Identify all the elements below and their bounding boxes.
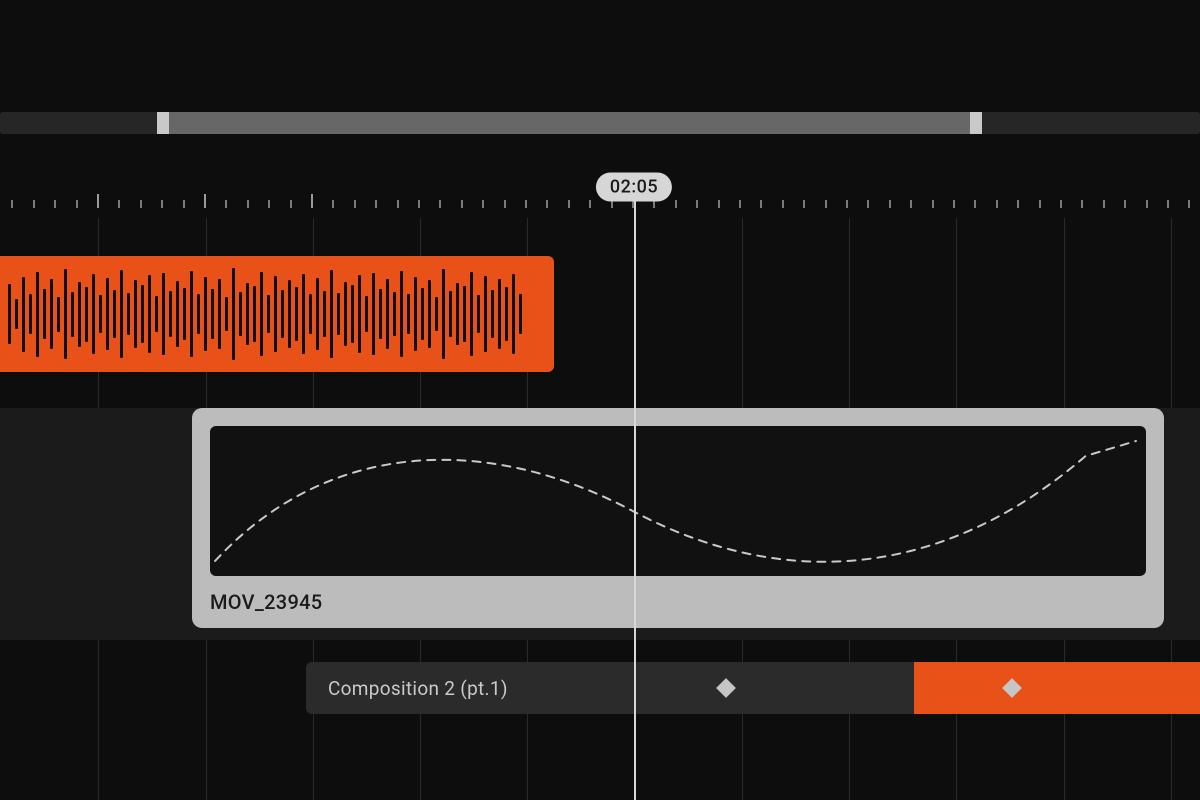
composition-clip-segment[interactable] (914, 662, 1200, 714)
video-clip[interactable]: MOV_23945 (192, 408, 1164, 628)
audio-clip[interactable] (0, 256, 554, 372)
playhead-time-label: 02:05 (610, 177, 658, 198)
overview-handle-right[interactable] (970, 112, 982, 134)
waveform-icon (0, 256, 554, 372)
playhead[interactable] (634, 190, 636, 800)
video-clip-label: MOV_23945 (210, 590, 1146, 614)
timeline-overview[interactable] (0, 112, 1200, 134)
sine-wave-icon (210, 426, 1146, 576)
overview-handle-left[interactable] (157, 112, 169, 134)
playhead-time-badge[interactable]: 02:05 (596, 173, 672, 202)
overview-visible-range[interactable] (163, 112, 976, 134)
video-thumbnail (210, 426, 1146, 576)
composition-label: Composition 2 (pt.1) (306, 677, 508, 700)
timeline-tracks: MOV_23945 Composition 2 (pt.1) (0, 218, 1200, 800)
